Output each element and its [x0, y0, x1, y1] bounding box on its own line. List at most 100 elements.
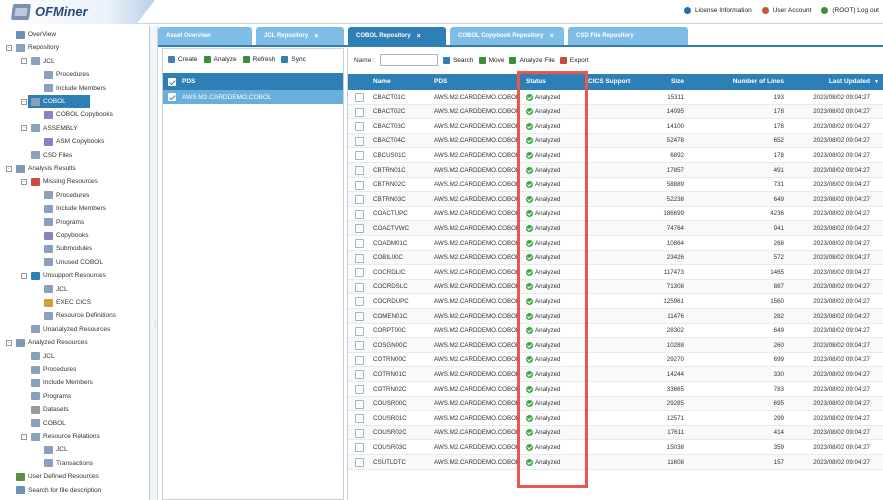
row-checkbox[interactable]: [355, 166, 364, 175]
close-tab-icon[interactable]: ×: [417, 33, 421, 40]
tree-item[interactable]: Unsupport Resources: [31, 269, 106, 282]
tree-item[interactable]: Missing Resources: [31, 175, 98, 188]
table-row[interactable]: CBACT03C AWS.M2.CARDDEMO.COBOL Analyzed 141…: [348, 119, 883, 134]
export-button[interactable]: Export: [559, 56, 589, 64]
tree-item[interactable]: ASM Copybooks: [44, 135, 104, 148]
row-checkbox[interactable]: [355, 224, 364, 234]
create-button[interactable]: Create: [168, 55, 198, 63]
row-checkbox[interactable]: [355, 341, 364, 351]
tree-item[interactable]: JCL: [31, 55, 55, 68]
top-link-2[interactable]: (ROOT) Log out: [821, 7, 879, 14]
row-checkbox[interactable]: [355, 151, 364, 161]
tree-item[interactable]: Procedures: [31, 363, 76, 376]
row-checkbox[interactable]: [355, 385, 364, 394]
tree-toggle[interactable]: -: [21, 272, 27, 279]
splitter-handle[interactable]: ⋮: [150, 26, 158, 500]
table-row[interactable]: COADM01C AWS.M2.CARDDEMO.COBOL Analyzed 108…: [348, 236, 883, 251]
tree-toggle[interactable]: -: [21, 433, 27, 440]
table-row[interactable]: CBTRN03C AWS.M2.CARDDEMO.COBOL Analyzed 522…: [348, 192, 883, 207]
tree-item[interactable]: CSD Files: [31, 149, 72, 162]
tree-item[interactable]: Resource Relations: [31, 430, 100, 443]
row-checkbox[interactable]: [355, 180, 364, 190]
tree-item[interactable]: COBOL: [31, 417, 66, 430]
row-checkbox[interactable]: [355, 458, 364, 467]
tree-toggle[interactable]: -: [21, 125, 27, 132]
table-row[interactable]: COTRN00C AWS.M2.CARDDEMO.COBOL Analyzed 292…: [348, 353, 883, 368]
tree-item[interactable]: User Defined Resources: [16, 470, 99, 483]
table-row[interactable]: CBACT01C AWS.M2.CARDDEMO.COBOL Analyzed 153…: [348, 90, 883, 105]
tree-item[interactable]: Unanalyzed Resources: [31, 323, 110, 336]
row-checkbox[interactable]: [355, 209, 364, 219]
row-checkbox[interactable]: [355, 136, 364, 146]
row-checkbox[interactable]: [355, 282, 364, 292]
table-row[interactable]: COCRDSLC AWS.M2.CARDDEMO.COBOL Analyzed 713…: [348, 279, 883, 295]
tab-3[interactable]: COBOL Copybook Repository ×: [450, 27, 564, 45]
table-row[interactable]: CBTRN02C AWS.M2.CARDDEMO.COBOL Analyzed 588…: [348, 178, 883, 193]
tree-item[interactable]: Copybooks: [44, 229, 89, 242]
row-checkbox[interactable]: [355, 428, 364, 438]
tree-item[interactable]: Procedures: [44, 189, 89, 202]
table-row[interactable]: COCRDUPC AWS.M2.CARDDEMO.COBOL Analyzed 125…: [348, 294, 883, 309]
search-button[interactable]: Search: [442, 56, 474, 64]
row-checkbox[interactable]: [355, 107, 364, 117]
refresh-button[interactable]: Refresh: [242, 55, 275, 63]
row-checkbox[interactable]: [355, 370, 364, 380]
tree-toggle[interactable]: -: [6, 339, 12, 346]
row-checkbox[interactable]: [355, 355, 364, 365]
top-link-1[interactable]: User Account: [761, 7, 811, 14]
table-row[interactable]: CSUTLDTC AWS.M2.CARDDEMO.COBOL Analyzed 116…: [348, 455, 883, 470]
tree-item[interactable]: Transactions: [44, 457, 93, 470]
analyze-file-button[interactable]: Analyze File: [509, 56, 555, 64]
close-tab-icon[interactable]: ×: [314, 33, 318, 40]
name-search-input[interactable]: [379, 54, 438, 66]
row-checkbox[interactable]: [355, 268, 364, 278]
table-row[interactable]: COCRDLIC AWS.M2.CARDDEMO.COBOL Analyzed 117…: [348, 265, 883, 280]
table-row[interactable]: COACTVWC AWS.M2.CARDDEMO.COBOL Analyzed 747…: [348, 221, 883, 236]
sort-desc-icon[interactable]: ▼: [874, 79, 879, 85]
table-row[interactable]: COBIL00C AWS.M2.CARDDEMO.COBOL Analyzed 234…: [348, 250, 883, 266]
tree-toggle[interactable]: -: [21, 58, 27, 65]
tree-item[interactable]: Analysis Results: [16, 162, 76, 175]
select-all-checkbox[interactable]: [168, 77, 176, 86]
row-checkbox[interactable]: [355, 326, 364, 336]
tree-item[interactable]: Include Members: [31, 376, 93, 389]
tree-item[interactable]: Procedures: [44, 68, 89, 81]
tree-item[interactable]: JCL: [31, 350, 55, 363]
table-row[interactable]: COUSR02C AWS.M2.CARDDEMO.COBOL Analyzed 176…: [348, 425, 883, 441]
row-checkbox[interactable]: [355, 312, 364, 321]
top-link-0[interactable]: License Information: [683, 7, 752, 14]
table-row[interactable]: COACTUPC AWS.M2.CARDDEMO.COBOL Analyzed 186…: [348, 207, 883, 222]
tab-0[interactable]: Asset Overview: [158, 27, 252, 45]
column-header-cics-support[interactable]: CICS Support: [588, 78, 643, 85]
table-row[interactable]: COUSR03C AWS.M2.CARDDEMO.COBOL Analyzed 150…: [348, 440, 883, 455]
pds-row-checkbox[interactable]: [168, 93, 176, 101]
tree-item[interactable]: EXEC CICS: [44, 296, 91, 309]
row-checkbox[interactable]: [355, 195, 364, 205]
table-row[interactable]: CBCUS01C AWS.M2.CARDDEMO.COBOL Analyzed 689…: [348, 148, 883, 163]
table-row[interactable]: CBTRN01C AWS.M2.CARDDEMO.COBOL Analyzed 178…: [348, 163, 883, 178]
sync-button[interactable]: Sync: [281, 55, 306, 63]
column-header-name[interactable]: Name: [373, 78, 433, 85]
tree-item[interactable]: Programs: [44, 216, 84, 229]
tree-item[interactable]: Datasets: [31, 403, 69, 416]
row-checkbox[interactable]: [355, 239, 364, 248]
pds-row[interactable]: AWS.M2.CARDDEMO.COBOL: [163, 90, 343, 104]
tree-item[interactable]: ASSEMBLY: [31, 122, 78, 135]
table-row[interactable]: CORPT00C AWS.M2.CARDDEMO.COBOL Analyzed 283…: [348, 324, 883, 339]
close-tab-icon[interactable]: ×: [550, 33, 554, 40]
tree-item[interactable]: Resource Definitions: [44, 309, 116, 322]
tree-item[interactable]: OverView: [16, 28, 56, 41]
table-row[interactable]: COUSR00C AWS.M2.CARDDEMO.COBOL Analyzed 292…: [348, 396, 883, 412]
tree-item[interactable]: JCL: [44, 283, 68, 296]
table-row[interactable]: COMEN01C AWS.M2.CARDDEMO.COBOL Analyzed 114…: [348, 309, 883, 324]
column-header-status[interactable]: Status: [526, 78, 586, 85]
table-row[interactable]: CBACT02C AWS.M2.CARDDEMO.COBOL Analyzed 140…: [348, 104, 883, 120]
table-row[interactable]: COSGN00C AWS.M2.CARDDEMO.COBOL Analyzed 102…: [348, 338, 883, 353]
table-row[interactable]: COTRN01C AWS.M2.CARDDEMO.COBOL Analyzed 142…: [348, 367, 883, 382]
tree-item[interactable]: Analyzed Resources: [16, 336, 88, 349]
tree-item[interactable]: Programs: [31, 390, 71, 403]
row-checkbox[interactable]: [355, 414, 364, 424]
tree-item[interactable]: Unused COBOL: [44, 256, 103, 269]
column-header-last-updated[interactable]: Last Updated: [788, 78, 870, 85]
tree-toggle[interactable]: -: [21, 178, 27, 185]
